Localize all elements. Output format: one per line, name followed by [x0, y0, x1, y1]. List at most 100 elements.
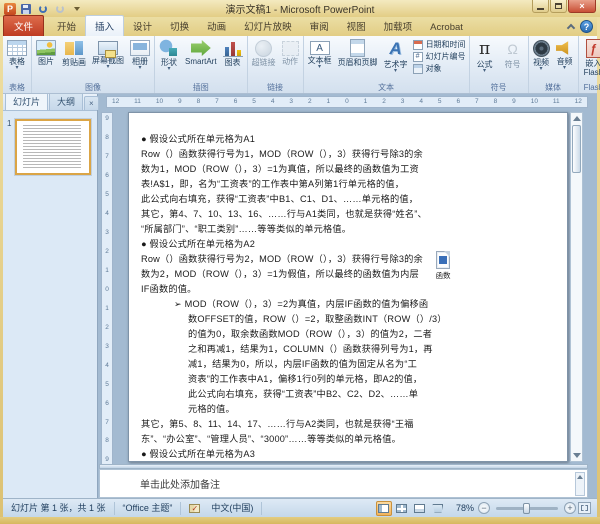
textbox-button[interactable]: 文本框 — [305, 37, 335, 70]
window-title: 演示文稿1 - Microsoft PowerPoint — [0, 1, 600, 16]
picture-button[interactable]: 图片 — [33, 37, 59, 66]
equation-button[interactable]: 公式 — [471, 37, 499, 74]
shapes-icon — [159, 39, 179, 57]
wordart-button[interactable]: 艺术字 — [381, 37, 411, 74]
hyperlink-button[interactable]: 超链接 — [249, 37, 279, 67]
text-line: IF函数的值。 — [129, 282, 567, 297]
embed-flash-button[interactable]: 嵌入 Flash — [580, 37, 600, 77]
tab-outline[interactable]: 大纲 — [49, 92, 83, 110]
slide-number-button[interactable]: 幻灯片编号 — [413, 51, 466, 62]
theme-name[interactable]: “Office 主题” — [115, 502, 182, 515]
notes-scrollbar[interactable] — [575, 472, 585, 496]
scroll-up-icon[interactable] — [573, 116, 581, 121]
text-line: 资表”的工作表中A1，偏移1行0列的单元格，即A2的值， — [129, 372, 567, 387]
ruler-number: 7 — [105, 420, 109, 427]
tab-acrobat[interactable]: Acrobat — [421, 19, 472, 36]
spellcheck-icon — [189, 504, 200, 513]
slideshow-button[interactable] — [430, 501, 446, 516]
symbol-button[interactable]: 符号 — [499, 37, 527, 69]
notes-panel[interactable]: 单击此处添加备注 — [99, 469, 588, 498]
powerpoint-app-icon[interactable] — [4, 3, 16, 15]
ribbon-group-symbols: 公式 符号 符号 — [470, 36, 529, 93]
scroll-up-icon[interactable] — [577, 475, 583, 479]
save-button[interactable] — [19, 2, 33, 15]
group-label-flash: Flash — [580, 82, 600, 93]
chart-button[interactable]: 图表 — [220, 37, 246, 67]
ruler-number: 3 — [105, 230, 109, 237]
ruler-number: 10 — [156, 97, 163, 107]
scrollbar-thumb[interactable] — [572, 125, 581, 173]
ruler-number: 2 — [105, 325, 109, 332]
tab-addins[interactable]: 加载项 — [375, 16, 422, 36]
action-button[interactable]: 动作 — [279, 37, 302, 66]
reading-view-button[interactable] — [412, 501, 428, 516]
embedded-object[interactable]: 函数 — [425, 251, 461, 281]
text-line: 表!A$1，即，名为“工资表”的工作表中第A列第1行单元格的值， — [129, 177, 567, 192]
action-icon — [282, 41, 299, 56]
reading-view-icon — [414, 504, 425, 513]
button-label: 剪贴画 — [62, 58, 86, 67]
tab-slides[interactable]: 幻灯片 — [5, 92, 48, 110]
table-button[interactable]: 表格 — [4, 37, 30, 71]
undo-button[interactable] — [36, 2, 50, 15]
tab-file[interactable]: 文件 — [3, 15, 44, 36]
tab-animations[interactable]: 动画 — [198, 16, 235, 36]
button-label: SmartArt — [185, 57, 217, 66]
vertical-scrollbar[interactable] — [570, 112, 583, 462]
audio-button[interactable]: 音频 — [553, 37, 577, 71]
photo-album-button[interactable]: 相册 — [127, 37, 153, 71]
group-label-links: 链接 — [249, 82, 302, 93]
tab-insert[interactable]: 插入 — [85, 15, 124, 36]
ruler-number: 3 — [289, 97, 293, 107]
notes-placeholder: 单击此处添加备注 — [140, 480, 220, 491]
maximize-button[interactable] — [550, 0, 567, 13]
zoom-out-button[interactable] — [478, 502, 490, 514]
slide-sorter-view-button[interactable] — [394, 501, 410, 516]
zoom-level[interactable]: 78% — [456, 503, 474, 513]
zoom-in-button[interactable] — [564, 502, 576, 514]
group-label-tables: 表格 — [4, 82, 30, 93]
text-line: 数为2，MOD（ROW（），3）=1为假值，所以最终的函数值为内层 — [129, 267, 567, 282]
fit-slide-to-window-button[interactable] — [578, 502, 591, 514]
qat-customize-button[interactable] — [70, 2, 84, 15]
tab-view[interactable]: 视图 — [338, 16, 375, 36]
ruler-number: 5 — [105, 192, 109, 199]
help-button[interactable] — [580, 20, 593, 33]
normal-view-button[interactable] — [376, 501, 392, 516]
vertical-ruler[interactable]: 9876543210123456789 — [101, 112, 113, 468]
header-footer-button[interactable]: 页眉和页脚 — [335, 37, 381, 67]
slide-thumbnail[interactable] — [15, 119, 91, 175]
screenshot-button[interactable]: 屏幕截图 — [89, 37, 127, 70]
text-line: 此公式向右填充，获得“工资表”中B2、C2、D2、……单 — [129, 387, 567, 402]
language-indicator[interactable]: 中文(中国) — [203, 502, 262, 515]
normal-view-icon — [378, 504, 389, 513]
horizontal-ruler[interactable]: 1211109876543210123456789101112 — [106, 96, 588, 108]
close-panel-button[interactable] — [84, 96, 99, 110]
tab-slideshow[interactable]: 幻灯片放映 — [235, 16, 301, 36]
clipart-button[interactable]: 剪贴画 — [59, 37, 89, 67]
date-time-button[interactable]: 日期和时间 — [413, 39, 466, 50]
spellcheck-button[interactable] — [181, 502, 203, 515]
redo-button[interactable] — [53, 2, 67, 15]
zoom-slider[interactable] — [496, 507, 558, 510]
tab-home[interactable]: 开始 — [48, 16, 85, 36]
tab-review[interactable]: 审阅 — [301, 16, 338, 36]
minimize-button[interactable] — [532, 0, 549, 13]
ruler-number: 9 — [512, 97, 516, 107]
minimize-ribbon-icon[interactable] — [567, 23, 575, 31]
group-label-media: 媒体 — [530, 82, 577, 93]
zoom-slider-thumb[interactable] — [523, 503, 530, 514]
shapes-button[interactable]: 形状 — [156, 37, 182, 72]
ruler-number: 1 — [105, 268, 109, 275]
text-line: 此公式向右填充，获得“工资表”中B1、C1、D1、……单元格的值， — [129, 192, 567, 207]
close-button[interactable] — [568, 0, 596, 13]
scroll-down-icon[interactable] — [573, 453, 581, 458]
smartart-button[interactable]: SmartArt — [182, 37, 220, 66]
tab-design[interactable]: 设计 — [124, 16, 161, 36]
dropdown-arrow-icon — [540, 67, 543, 72]
tab-transitions[interactable]: 切换 — [161, 16, 198, 36]
object-button[interactable]: 对象 — [413, 63, 466, 74]
slide-canvas[interactable]: ● 假设公式所在单元格为A1Row（）函数获得行号为1，MOD（ROW（），3）… — [128, 112, 568, 462]
ribbon-tab-row: 文件 开始 插入 设计 切换 动画 幻灯片放映 审阅 视图 加载项 Acroba… — [3, 17, 597, 36]
video-button[interactable]: 视频 — [530, 37, 553, 72]
